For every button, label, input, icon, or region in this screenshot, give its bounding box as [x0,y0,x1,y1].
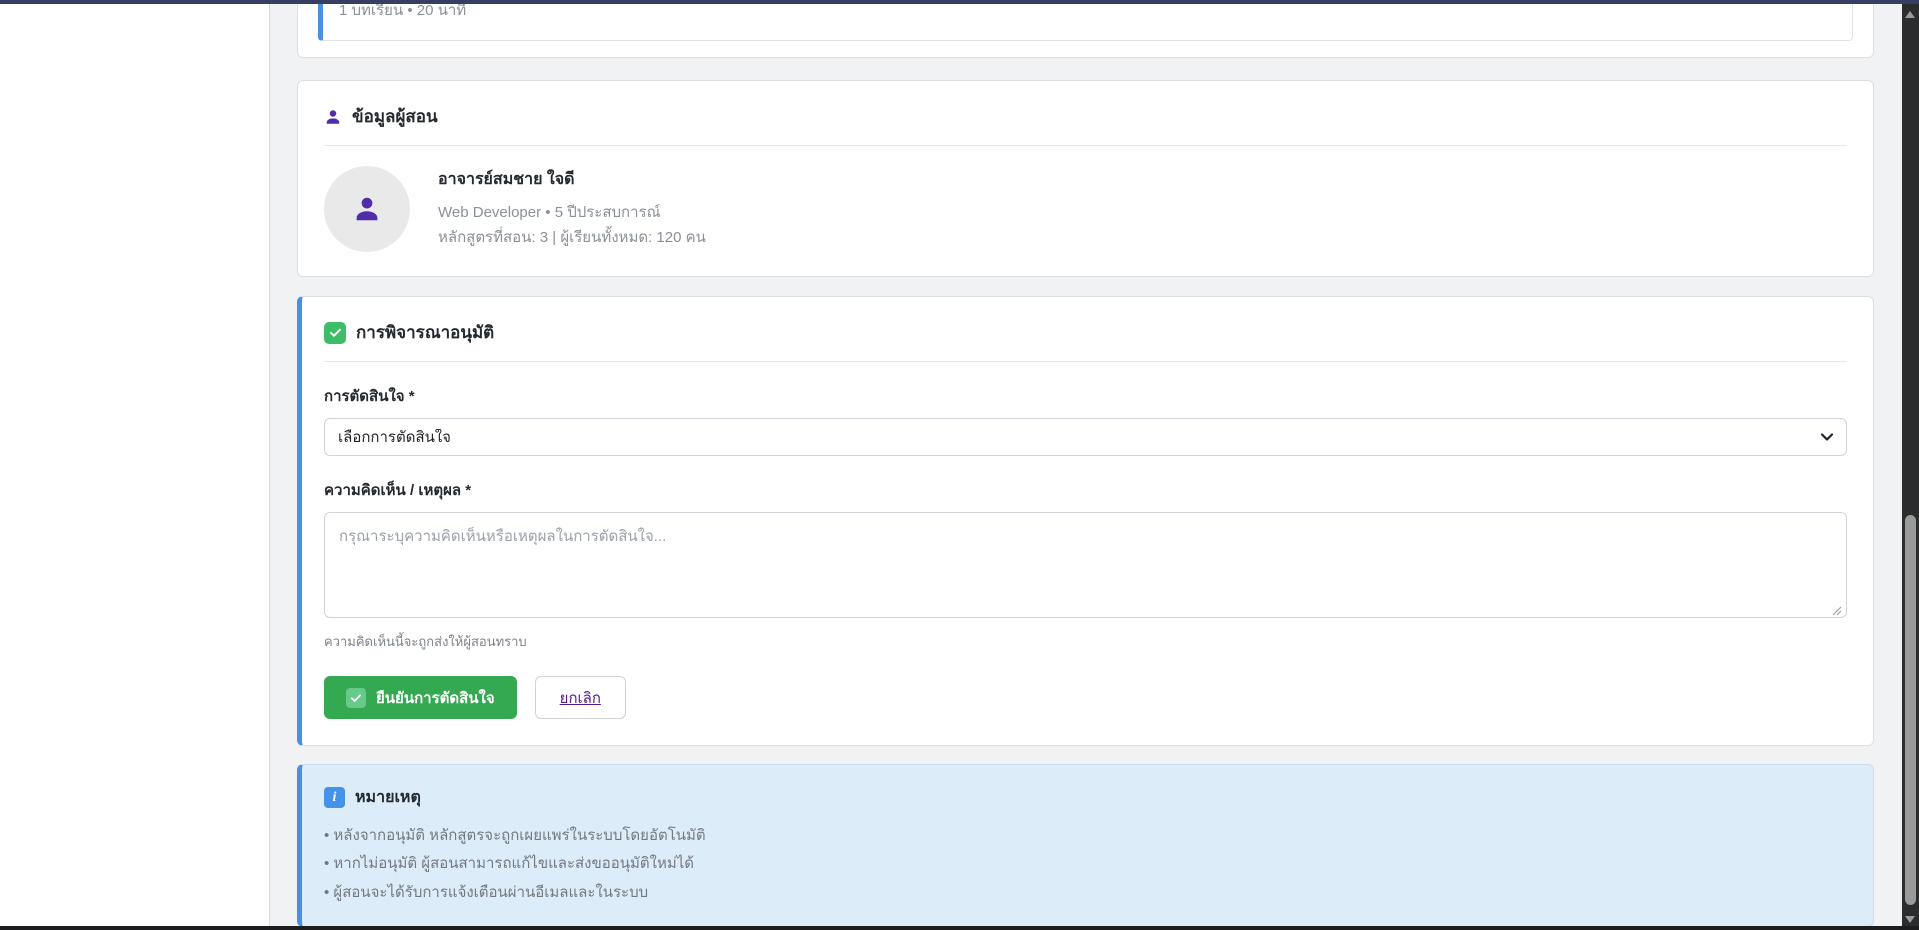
person-icon [352,194,382,224]
scroll-up-arrow-icon[interactable] [1905,11,1915,18]
note-card: i หมายเหตุ • หลังจากอนุมัติ หลักสูตรจะถู… [297,764,1874,926]
note-list-item: • ผู้สอนจะได้รับการแจ้งเตือนผ่านอีเมลและ… [324,881,1847,904]
check-box-icon [324,322,346,344]
decision-select[interactable]: เลือกการตัดสินใจ [324,418,1847,456]
comment-wrap [324,512,1847,623]
info-icon: i [324,787,345,808]
comment-help-text: ความคิดเห็นนี้จะถูกส่งให้ผู้สอนทราบ [324,631,1847,652]
scrollbar-thumb[interactable] [1905,515,1916,905]
approval-card-title: การพิจารณาอนุมัติ [356,319,494,346]
button-row: ยืนยันการตัดสินใจ ยกเลิก [324,676,1847,719]
main-content: 1 บทเรียน • 20 นาที ข้อมูลผู้สอน อาจารย์… [271,4,1902,926]
decision-select-wrap: เลือกการตัดสินใจ [324,418,1847,456]
sidebar [0,4,270,926]
approval-card: การพิจารณาอนุมัติ การตัดสินใจ * เลือกการ… [297,296,1874,746]
avatar [324,166,410,252]
note-card-title: หมายเหตุ [355,785,421,810]
decision-label: การตัดสินใจ * [324,384,1847,408]
lesson-meta: 1 บทเรียน • 20 นาที [339,4,1836,22]
lessons-card: 1 บทเรียน • 20 นาที [297,4,1874,58]
comment-textarea[interactable] [324,512,1847,618]
instructor-role: Web Developer • 5 ปีประสบการณ์ [438,201,706,226]
confirm-decision-button[interactable]: ยืนยันการตัดสินใจ [324,676,517,719]
confirm-button-label: ยืนยันการตัดสินใจ [376,686,495,710]
lesson-item: 1 บทเรียน • 20 นาที [318,4,1853,41]
instructor-card-title: ข้อมูลผู้สอน [352,103,438,130]
top-navbar-edge [0,0,1919,4]
instructor-stats: หลักสูตรที่สอน: 3 | ผู้เรียนทั้งหมด: 120… [438,226,706,251]
instructor-card-header: ข้อมูลผู้สอน [324,103,1847,146]
note-list-item: • หลังจากอนุมัติ หลักสูตรจะถูกเผยแพร่ในร… [324,824,1847,847]
instructor-body: อาจารย์สมชาย ใจดี Web Developer • 5 ปีปร… [324,146,1847,252]
page: 1 บทเรียน • 20 นาที ข้อมูลผู้สอน อาจารย์… [0,0,1919,930]
comment-label: ความคิดเห็น / เหตุผล * [324,478,1847,502]
bottom-edge-bar [0,926,1919,930]
note-list-item: • หากไม่อนุมัติ ผู้สอนสามารถแก้ไขและส่งข… [324,852,1847,875]
approval-card-header: การพิจารณาอนุมัติ [324,319,1847,362]
vertical-scrollbar[interactable] [1902,4,1919,930]
check-icon [350,692,362,704]
scroll-down-arrow-icon[interactable] [1905,916,1915,923]
instructor-details: อาจารย์สมชาย ใจดี Web Developer • 5 ปีปร… [438,167,706,251]
note-card-header: i หมายเหตุ [324,785,1847,810]
person-icon [324,108,342,126]
instructor-name: อาจารย์สมชาย ใจดี [438,167,706,192]
check-icon [329,326,342,339]
cancel-button[interactable]: ยกเลิก [535,676,626,719]
instructor-card: ข้อมูลผู้สอน อาจารย์สมชาย ใจดี Web Devel… [297,80,1874,277]
check-box-icon [346,688,366,708]
